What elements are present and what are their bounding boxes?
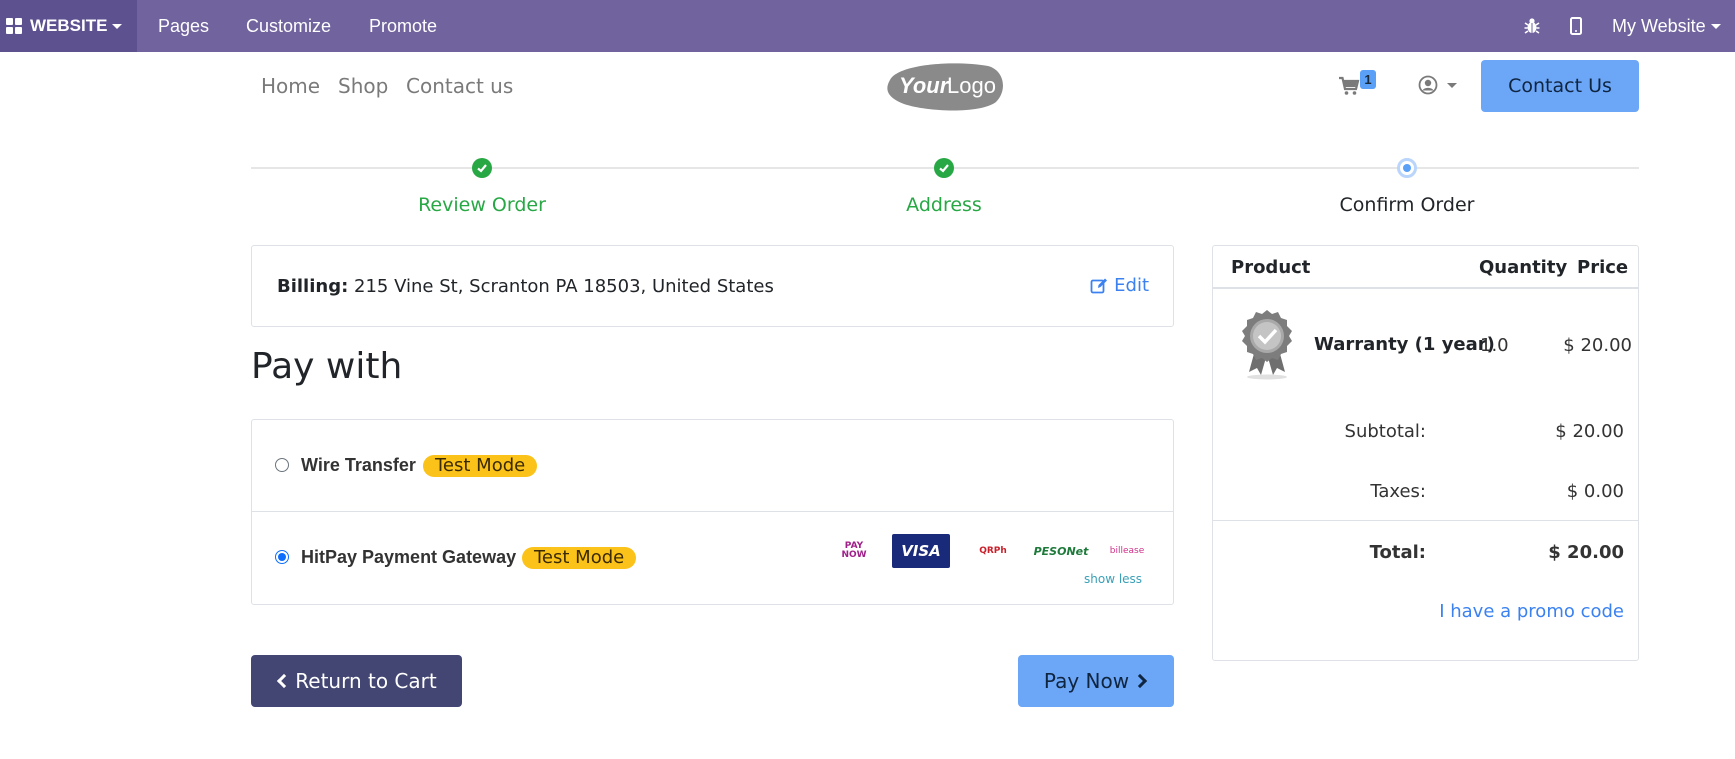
chevron-down-icon: [1710, 23, 1721, 29]
bug-icon: [1524, 18, 1540, 34]
step-address-check-icon: [934, 158, 954, 178]
svg-text:Logo: Logo: [947, 73, 996, 98]
chevron-left-icon: [277, 673, 292, 689]
mobile-preview-button[interactable]: [1570, 0, 1582, 52]
qrph-icon: QRPh: [964, 534, 1022, 568]
chevron-down-icon: [1447, 82, 1457, 88]
mobile-icon: [1570, 17, 1582, 35]
shopping-cart-icon: [1339, 76, 1360, 95]
promo-code-link[interactable]: I have a promo code: [1439, 601, 1624, 622]
return-to-cart-label: Return to Cart: [295, 669, 437, 693]
chevron-down-icon: [112, 23, 123, 29]
product-quantity: 1.0: [1480, 335, 1509, 356]
hitpay-label[interactable]: HitPay Payment Gateway: [301, 547, 516, 568]
test-mode-badge: Test Mode: [522, 547, 637, 569]
billease-icon: billease: [1098, 534, 1156, 568]
apps-grid-icon: [6, 18, 22, 34]
pay-now-label: Pay Now: [1043, 669, 1130, 693]
wire-transfer-label[interactable]: Wire Transfer: [301, 455, 416, 476]
total-label: Total:: [1369, 542, 1426, 563]
qrph-icon-label: QRPh: [979, 546, 1007, 556]
website-switcher[interactable]: My Website: [1612, 0, 1721, 52]
test-mode-badge: Test Mode: [423, 455, 538, 477]
cart-count-badge: 1: [1360, 70, 1376, 89]
website-apps-menu[interactable]: WEBSITE: [0, 0, 137, 52]
admin-top-bar: WEBSITE Pages Customize Promote My Websi…: [0, 0, 1735, 52]
edit-icon: [1090, 278, 1108, 293]
nav-contact-us[interactable]: Contact us: [406, 74, 513, 98]
edit-label: Edit: [1114, 275, 1149, 296]
hitpay-radio[interactable]: [275, 550, 289, 564]
paynow-icon: PAY NOW: [832, 534, 876, 568]
step-confirm-order-dot-icon: [1397, 158, 1417, 178]
site-logo[interactable]: Your Logo: [884, 60, 1006, 112]
contact-us-button[interactable]: Contact Us: [1481, 60, 1639, 112]
header-product: Product: [1231, 257, 1311, 278]
step-address[interactable]: Address: [824, 194, 1064, 216]
nav-home[interactable]: Home: [261, 74, 320, 98]
billease-icon-label: billease: [1109, 546, 1145, 556]
edit-billing-link[interactable]: Edit: [1090, 275, 1149, 296]
taxes-label: Taxes:: [1370, 481, 1426, 502]
visa-icon: VISA: [892, 534, 950, 568]
pesonet-icon-label: PESONet: [1033, 544, 1089, 558]
summary-header: Product Quantity Price: [1213, 246, 1638, 289]
user-circle-icon: [1418, 75, 1438, 95]
pesonet-icon: PESONet: [1030, 534, 1092, 568]
billing-address-value: 215 Vine St, Scranton PA 18503, United S…: [354, 276, 774, 297]
step-confirm-order: Confirm Order: [1339, 194, 1475, 216]
total-value: $ 20.00: [1548, 542, 1624, 563]
header-quantity: Quantity: [1479, 257, 1568, 278]
payment-option-hitpay[interactable]: HitPay Payment Gateway Test Mode PAY NOW…: [252, 512, 1173, 604]
payment-methods-card: Wire Transfer Test Mode HitPay Payment G…: [251, 419, 1174, 605]
pay-with-title: Pay with: [251, 346, 403, 387]
menu-pages[interactable]: Pages: [158, 0, 209, 52]
menu-customize[interactable]: Customize: [246, 0, 331, 52]
step-review-order-check-icon: [472, 158, 492, 178]
user-menu[interactable]: [1418, 73, 1464, 97]
billing-address: Billing: 215 Vine St, Scranton PA 18503,…: [277, 276, 774, 297]
warranty-product-image: [1239, 308, 1295, 380]
nav-shop[interactable]: Shop: [338, 74, 388, 98]
product-price: $ 20.00: [1563, 335, 1632, 356]
svg-text:Your: Your: [899, 73, 950, 98]
billing-card: Billing: 215 Vine St, Scranton PA 18503,…: [251, 245, 1174, 327]
menu-promote[interactable]: Promote: [369, 0, 437, 52]
website-switcher-label: My Website: [1612, 15, 1706, 36]
return-to-cart-button[interactable]: Return to Cart: [251, 655, 462, 707]
step-review-order[interactable]: Review Order: [362, 194, 602, 216]
show-less-link[interactable]: show less: [1084, 572, 1142, 586]
paynow-icon-label: PAY NOW: [841, 541, 867, 560]
product-name[interactable]: Warranty (1 year): [1314, 334, 1495, 355]
chevron-right-icon: [1133, 673, 1148, 689]
taxes-value: $ 0.00: [1566, 481, 1624, 502]
pay-now-button[interactable]: Pay Now: [1018, 655, 1174, 707]
summary-divider: [1213, 520, 1638, 521]
subtotal-value: $ 20.00: [1555, 421, 1624, 442]
debug-button[interactable]: [1523, 0, 1541, 52]
header-price: Price: [1577, 257, 1629, 278]
payment-option-wire-transfer[interactable]: Wire Transfer Test Mode: [252, 420, 1173, 512]
order-summary-card: Product Quantity Price Warranty (1 year)…: [1212, 245, 1639, 661]
apps-menu-label: WEBSITE: [30, 16, 108, 35]
subtotal-label: Subtotal:: [1344, 421, 1426, 442]
billing-label: Billing:: [277, 276, 349, 297]
wire-transfer-radio[interactable]: [275, 458, 289, 472]
visa-icon-label: VISA: [901, 542, 941, 560]
